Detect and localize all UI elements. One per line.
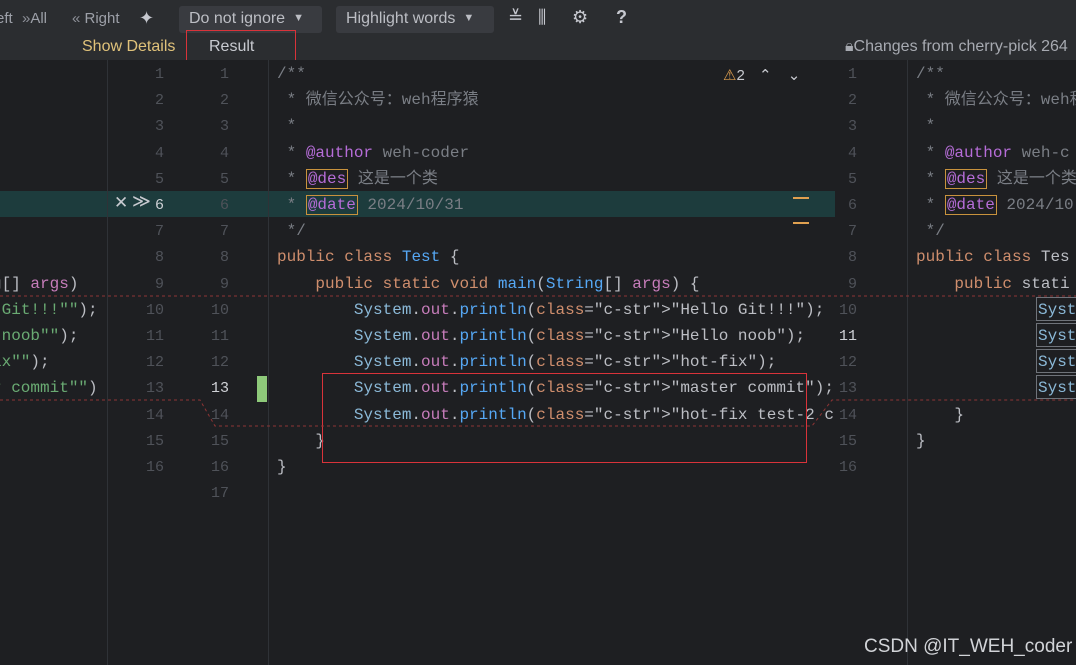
- conflict-connectors: [0, 295, 1076, 427]
- watermark: CSDN @IT_WEH_coder: [864, 636, 1073, 657]
